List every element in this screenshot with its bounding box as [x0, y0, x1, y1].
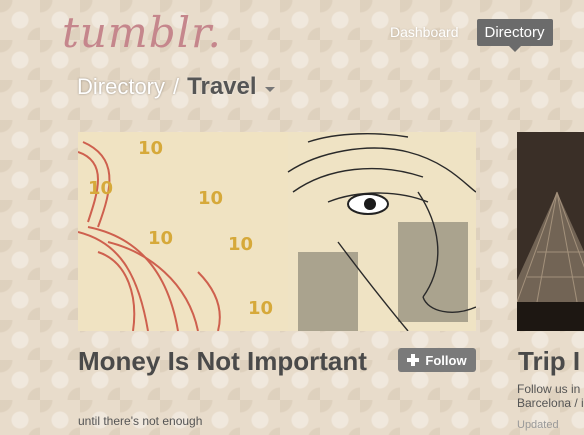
card-title[interactable]: Money Is Not Important — [78, 346, 388, 377]
breadcrumb: Directory / Travel — [77, 73, 275, 101]
chevron-down-icon[interactable] — [264, 86, 275, 92]
follow-button[interactable]: Follow — [398, 348, 476, 372]
card-description-line-2: Barcelona / i — [517, 396, 584, 410]
svg-text:10: 10 — [248, 298, 273, 319]
follow-label: Follow — [425, 352, 467, 368]
plus-icon — [407, 354, 420, 366]
svg-text:10: 10 — [138, 138, 163, 159]
card-title-2[interactable]: Trip I — [518, 346, 580, 377]
top-nav: Dashboard Directory — [386, 18, 553, 52]
svg-text:10: 10 — [228, 234, 253, 255]
card-updated-2: Updated — [517, 419, 559, 431]
breadcrumb-current-category[interactable]: Travel — [187, 73, 256, 101]
svg-text:10: 10 — [88, 178, 113, 199]
card-description-line-1: Follow us in — [517, 382, 581, 396]
tumblr-logo[interactable]: tumblr. — [62, 8, 222, 57]
nav-directory-link[interactable]: Directory — [476, 18, 553, 52]
breadcrumb-directory-link[interactable]: Directory — [77, 74, 165, 100]
nav-dashboard-link[interactable]: Dashboard — [386, 18, 463, 46]
card-subtitle: until there's not enough — [78, 414, 203, 428]
card-image-louvre[interactable] — [517, 132, 584, 331]
breadcrumb-separator: / — [173, 74, 180, 99]
svg-text:10: 10 — [198, 188, 223, 209]
card-image-banknote[interactable]: 10 10 10 10 10 10 — [78, 132, 476, 331]
svg-text:10: 10 — [148, 228, 173, 249]
card-description-2: Follow us in Barcelona / i — [517, 382, 584, 410]
